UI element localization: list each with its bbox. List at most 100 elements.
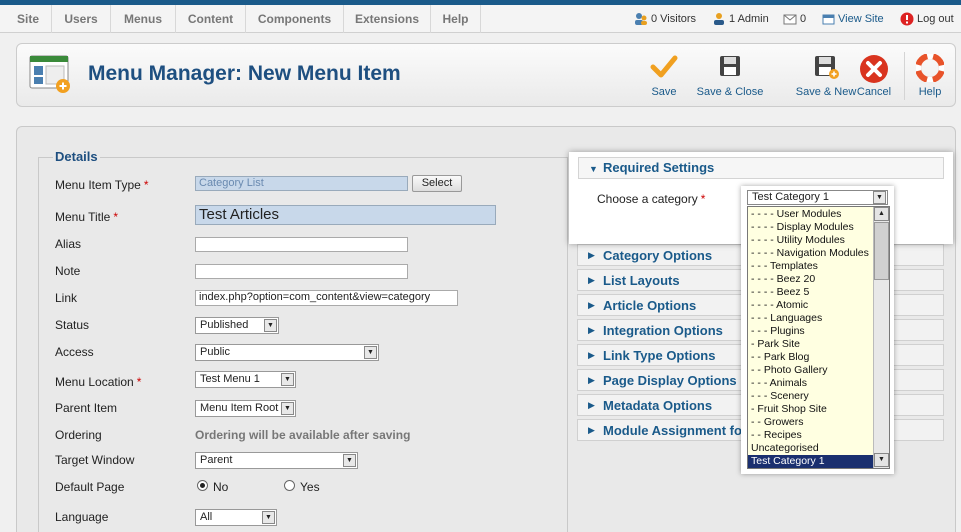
scroll-down-icon[interactable]: ▼ <box>874 453 889 467</box>
lifebuoy-icon <box>915 53 945 83</box>
checkmark-icon <box>650 55 678 78</box>
chevron-down-icon: ▼ <box>264 319 277 332</box>
dropdown-option[interactable]: - - Park Blog <box>748 351 875 364</box>
visitors-icon <box>635 13 647 26</box>
note-label: Note <box>55 264 81 278</box>
dropdown-option[interactable]: - - Growers <box>748 416 875 429</box>
menu-item-type-field: Category List <box>195 176 408 191</box>
chevron-down-icon: ▼ <box>281 373 294 386</box>
menu-location-select[interactable]: Test Menu 1 ▼ <box>195 371 296 388</box>
target-window-select[interactable]: Parent ▼ <box>195 452 358 469</box>
menu-title-input[interactable]: Test Articles <box>195 205 496 225</box>
scroll-up-icon[interactable]: ▲ <box>874 207 889 221</box>
menu-item-type-label: Menu Item Type * <box>55 178 149 192</box>
menu-location-label: Menu Location * <box>55 375 142 389</box>
menu-components[interactable]: Components <box>246 5 344 33</box>
view-site-link[interactable]: View Site <box>822 5 884 33</box>
category-select[interactable]: Test Category 1 ▼ <box>747 190 888 205</box>
caret-right-icon: ▶ <box>588 250 595 260</box>
admin-status: 1 Admin <box>712 5 769 33</box>
default-page-yes-label: Yes <box>300 480 320 494</box>
menu-help[interactable]: Help <box>431 5 481 33</box>
logout-icon <box>900 12 914 26</box>
dropdown-option[interactable]: - - - - Atomic <box>748 299 875 312</box>
dropdown-option[interactable]: - - - - User Modules <box>748 208 875 221</box>
select-type-button[interactable]: Select <box>412 175 462 192</box>
caret-right-icon: ▶ <box>588 400 595 410</box>
dropdown-option[interactable]: - - - - Navigation Modules <box>748 247 875 260</box>
language-select[interactable]: All ▼ <box>195 509 277 526</box>
menu-extensions[interactable]: Extensions <box>344 5 431 33</box>
cancel-icon <box>860 55 888 83</box>
dropdown-option[interactable]: - - - - Display Modules <box>748 221 875 234</box>
admin-user-icon <box>714 13 724 26</box>
default-page-no-radio[interactable] <box>197 480 208 491</box>
parent-item-select[interactable]: Menu Item Root ▼ <box>195 400 296 417</box>
ordering-label: Ordering <box>55 428 102 442</box>
ordering-note: Ordering will be available after saving <box>195 428 411 442</box>
menu-users[interactable]: Users <box>52 5 111 33</box>
link-label: Link <box>55 291 78 305</box>
floppy-disk-icon <box>720 56 740 76</box>
dropdown-option[interactable]: - Fruit Shop Site <box>748 403 875 416</box>
toolbar-separator <box>904 52 905 100</box>
caret-right-icon: ▶ <box>588 325 595 335</box>
menu-content[interactable]: Content <box>176 5 246 33</box>
save-close-button[interactable]: Save & Close <box>696 54 764 102</box>
caret-right-icon: ▶ <box>588 300 595 310</box>
parent-item-label: Parent Item <box>55 401 118 415</box>
help-button[interactable]: Help <box>915 53 945 102</box>
access-label: Access <box>55 345 94 359</box>
dropdown-option[interactable]: Uncategorised <box>748 442 875 455</box>
chevron-down-icon: ▼ <box>364 346 377 359</box>
chevron-down-icon: ▼ <box>873 191 886 204</box>
visitors-status: 0 Visitors <box>634 5 696 33</box>
admin-menu-bar: Site Users Menus Content Components Exte… <box>0 5 961 33</box>
status-select[interactable]: Published ▼ <box>195 317 279 334</box>
menu-manager-icon <box>29 55 70 93</box>
chevron-down-icon: ▼ <box>262 511 275 524</box>
view-site-icon <box>822 14 835 25</box>
save-button[interactable]: Save <box>647 54 681 102</box>
default-page-no-label: No <box>213 480 229 494</box>
caret-right-icon: ▶ <box>588 350 595 360</box>
save-new-button[interactable]: Save & New <box>794 54 858 102</box>
logout-link[interactable]: Log out <box>900 5 954 33</box>
dropdown-option[interactable]: - - - - Beez 20 <box>748 273 875 286</box>
scrollbar-thumb[interactable] <box>874 222 889 280</box>
alias-label: Alias <box>55 237 82 251</box>
chevron-down-icon: ▼ <box>281 402 294 415</box>
menu-menus[interactable]: Menus <box>111 5 176 33</box>
default-page-yes-radio[interactable] <box>284 480 295 491</box>
page-title: Menu Manager: New Menu Item <box>88 62 401 85</box>
alias-input[interactable] <box>195 237 408 252</box>
dropdown-option[interactable]: - - - Templates <box>748 260 875 273</box>
target-window-label: Target Window <box>55 453 135 467</box>
caret-right-icon: ▶ <box>588 425 595 435</box>
caret-down-icon: ▼ <box>589 164 598 174</box>
dropdown-option[interactable]: - - - Animals <box>748 377 875 390</box>
dropdown-option[interactable]: - - Recipes <box>748 429 875 442</box>
dropdown-option[interactable]: - - - Scenery <box>748 390 875 403</box>
menu-title-label: Menu Title * <box>55 210 119 224</box>
required-settings-title: Required Settings <box>603 160 715 175</box>
dropdown-option[interactable]: - - Photo Gallery <box>748 364 875 377</box>
dropdown-option[interactable]: - - - Languages <box>748 312 875 325</box>
cancel-button[interactable]: Cancel <box>856 54 892 102</box>
menu-site[interactable]: Site <box>5 5 52 33</box>
dropdown-option[interactable]: - - - - Beez 5 <box>748 286 875 299</box>
caret-right-icon: ▶ <box>588 275 595 285</box>
access-select[interactable]: Public ▼ <box>195 344 379 361</box>
dropdown-option[interactable]: - - - - Utility Modules <box>748 234 875 247</box>
dropdown-option-selected[interactable]: Test Category 1 <box>748 455 875 468</box>
floppy-disk-new-icon <box>815 56 839 79</box>
default-page-label: Default Page <box>55 480 125 494</box>
note-input[interactable] <box>195 264 408 279</box>
choose-category-label: Choose a category * <box>597 192 706 206</box>
dropdown-option[interactable]: - - - Plugins <box>748 325 875 338</box>
dropdown-option[interactable]: - Park Site <box>748 338 875 351</box>
toolbar-header: Menu Manager: New Menu Item Save Save & … <box>16 43 956 107</box>
status-label: Status <box>55 318 90 332</box>
messages-status: 0 <box>783 5 806 33</box>
messages-icon <box>783 14 797 25</box>
